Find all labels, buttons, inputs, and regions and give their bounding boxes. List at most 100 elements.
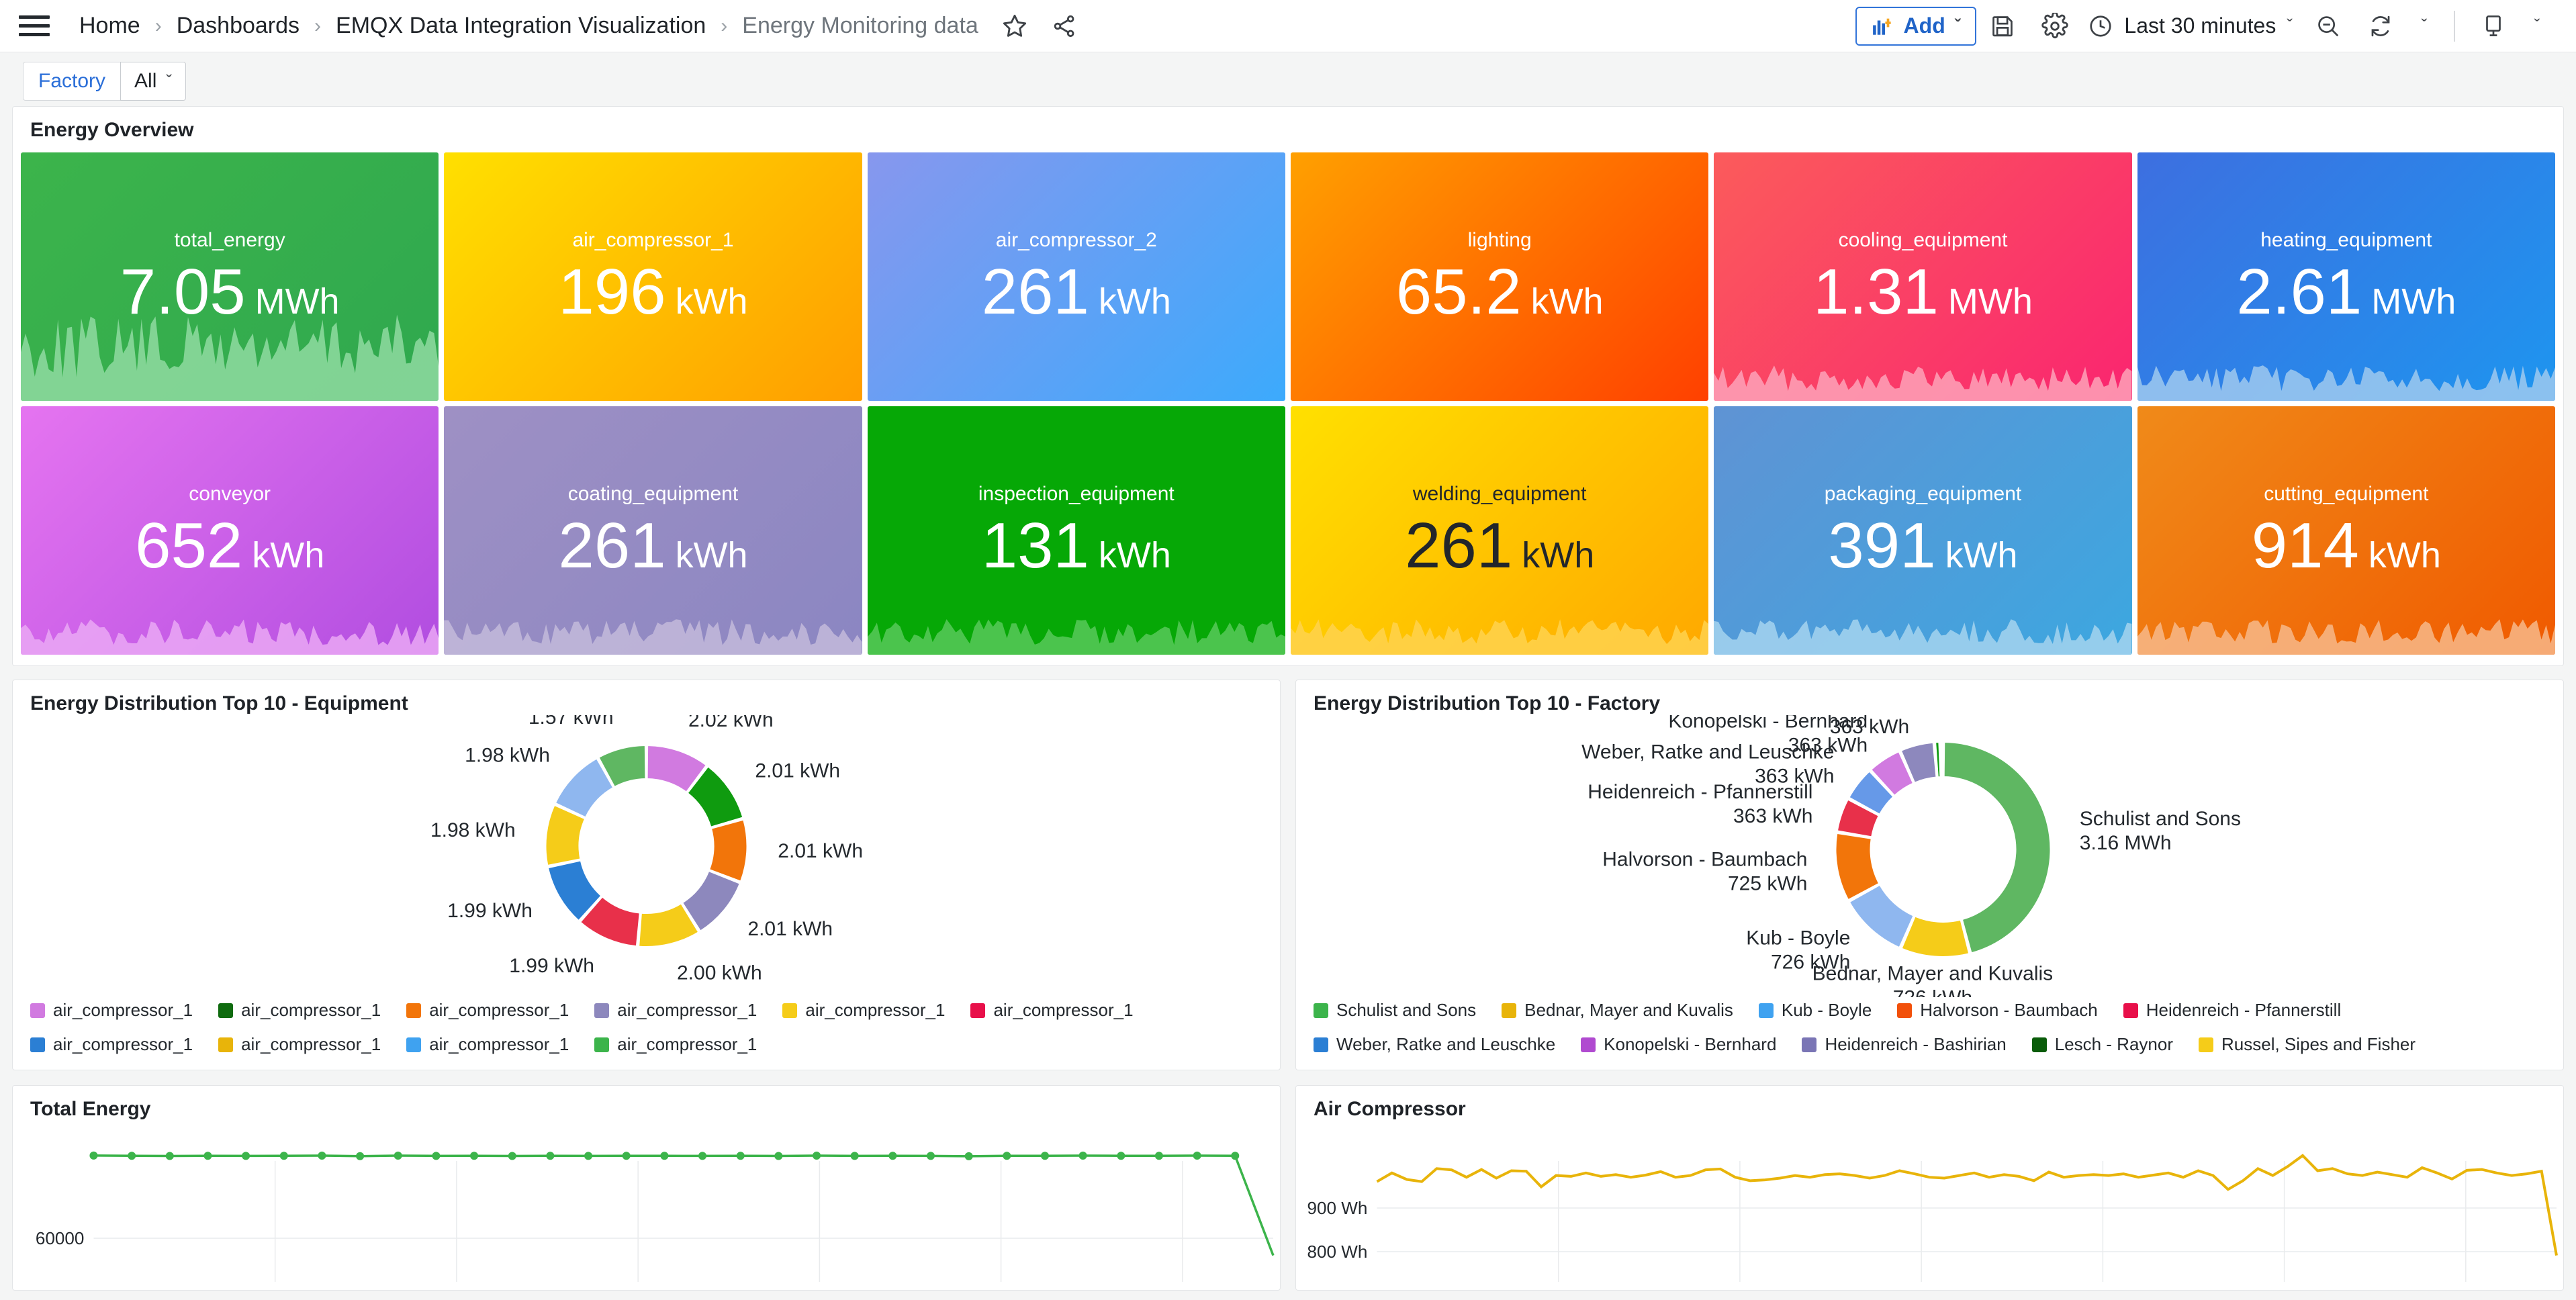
donut-slice-label: 2.02 kWh	[688, 715, 774, 731]
legend-item[interactable]: Konopelski - Bernhard	[1581, 1034, 1776, 1055]
stat-tile-name: inspection_equipment	[978, 483, 1175, 506]
breadcrumb-item-folder[interactable]: EMQX Data Integration Visualization	[336, 13, 706, 39]
zoom-out-time-button[interactable]	[2302, 7, 2354, 46]
panel-energy-distribution-factory: Energy Distribution Top 10 - Factory Sch…	[1295, 680, 2564, 1070]
stat-tile-total-energy[interactable]: total_energy7.05MWh	[21, 152, 439, 401]
donut-slice[interactable]	[1902, 917, 1970, 957]
legend-item[interactable]: Kub - Boyle	[1759, 1000, 1872, 1021]
stat-tile-heating-equipment[interactable]: heating_equipment2.61MWh	[2137, 152, 2555, 401]
series-point	[1079, 1152, 1087, 1160]
legend-item[interactable]: Heidenreich - Pfannerstill	[2123, 1000, 2341, 1021]
stat-tile-unit: kWh	[1522, 537, 1594, 573]
legend-item[interactable]: air_compressor_1	[594, 1000, 757, 1021]
legend-item[interactable]: air_compressor_1	[406, 1034, 569, 1055]
legend-item[interactable]: air_compressor_1	[594, 1034, 757, 1055]
series-point	[128, 1152, 136, 1160]
legend-item-label: air_compressor_1	[429, 1000, 569, 1021]
legend-item-label: air_compressor_1	[241, 1000, 381, 1021]
stat-tile-cooling-equipment[interactable]: cooling_equipment1.31MWh	[1714, 152, 2131, 401]
series-point	[1155, 1152, 1163, 1160]
refresh-interval-dropdown[interactable]: ˇ	[2407, 7, 2442, 46]
stat-tile-unit: MWh	[255, 283, 340, 320]
legend-item[interactable]: Halvorson - Baumbach	[1897, 1000, 2097, 1021]
donut-chart-factory[interactable]: Schulist and Sons3.16 MWhBednar, Mayer a…	[1296, 715, 2563, 997]
add-button-label: Add	[1904, 13, 1945, 38]
legend-color-swatch	[218, 1037, 233, 1052]
legend-item[interactable]: air_compressor_1	[970, 1000, 1133, 1021]
legend-item[interactable]: air_compressor_1	[218, 1000, 381, 1021]
legend-item[interactable]: air_compressor_1	[218, 1034, 381, 1055]
breadcrumb-separator: ›	[721, 15, 727, 38]
legend-item[interactable]: air_compressor_1	[30, 1000, 193, 1021]
legend-item[interactable]: Bednar, Mayer and Kuvalis	[1502, 1000, 1733, 1021]
legend-item[interactable]: Russel, Sipes and Fisher	[2199, 1034, 2416, 1055]
stat-tile-value: 7.05MWh	[120, 260, 340, 324]
legend-color-swatch	[1314, 1003, 1328, 1018]
view-mode-dropdown[interactable]: ˇ	[2520, 7, 2555, 46]
donut-slice-label: 363 kWh	[1733, 805, 1812, 827]
series-point	[737, 1152, 745, 1160]
donut-chart-equipment[interactable]: 2.02 kWh2.01 kWh2.01 kWh2.01 kWh2.00 kWh…	[13, 715, 1280, 997]
panel-total-energy: Total Energy 60000	[12, 1085, 1281, 1291]
y-axis-tick-label: 60000	[36, 1228, 85, 1248]
refresh-button[interactable]	[2354, 7, 2407, 46]
legend-item[interactable]: air_compressor_1	[406, 1000, 569, 1021]
stat-tile-lighting[interactable]: lighting65.2kWh	[1291, 152, 1708, 401]
timeseries-air-compressor[interactable]: 900 Wh800 Wh	[1296, 1121, 2563, 1282]
timeseries-total-energy[interactable]: 60000	[13, 1121, 1280, 1282]
stat-tile-name: air_compressor_2	[996, 229, 1157, 252]
legend-item[interactable]: Lesch - Raynor	[2032, 1034, 2173, 1055]
stat-tile-cutting-equipment[interactable]: cutting_equipment914kWh	[2137, 406, 2555, 655]
legend-item-label: air_compressor_1	[617, 1000, 757, 1021]
variable-select-factory[interactable]: All ˇ	[120, 62, 186, 101]
legend-color-swatch	[30, 1003, 45, 1018]
legend-color-swatch	[406, 1037, 421, 1052]
stat-tile-air-compressor-1[interactable]: air_compressor_1196kWh	[444, 152, 862, 401]
stat-tile-welding-equipment[interactable]: welding_equipment261kWh	[1291, 406, 1708, 655]
legend-item[interactable]: air_compressor_1	[30, 1034, 193, 1055]
legend-item-label: Konopelski - Bernhard	[1604, 1034, 1776, 1055]
stat-tile-coating-equipment[interactable]: coating_equipment261kWh	[444, 406, 862, 655]
stat-tile-inspection-equipment[interactable]: inspection_equipment131kWh	[868, 406, 1285, 655]
add-button[interactable]: Add ˇ	[1855, 7, 1977, 46]
legend-item[interactable]: air_compressor_1	[782, 1000, 945, 1021]
breadcrumb-item-dashboards[interactable]: Dashboards	[177, 13, 300, 39]
breadcrumb-item-home[interactable]: Home	[79, 13, 140, 39]
chevron-down-icon: ˇ	[1955, 15, 1961, 36]
y-axis-tick-label: 800 Wh	[1307, 1242, 1368, 1262]
donut-panels-row: Energy Distribution Top 10 - Equipment 2…	[12, 680, 2564, 1070]
stat-sparkline	[1291, 608, 1708, 655]
stat-tile-packaging-equipment[interactable]: packaging_equipment391kWh	[1714, 406, 2131, 655]
donut-equipment-svg: 2.02 kWh2.01 kWh2.01 kWh2.01 kWh2.00 kWh…	[13, 715, 1280, 997]
view-mode-button[interactable]	[2467, 7, 2520, 46]
legend-item[interactable]: Schulist and Sons	[1314, 1000, 1476, 1021]
stat-tile-value: 261kWh	[558, 514, 747, 578]
donut-slice-label: 1.98 kWh	[465, 745, 550, 767]
time-range-picker[interactable]: Last 30 minutes ˇ	[2081, 7, 2302, 46]
series-point	[623, 1152, 631, 1160]
share-nodes-icon[interactable]	[1051, 13, 1078, 40]
donut-slice[interactable]	[1941, 742, 1942, 777]
variable-label-factory[interactable]: Factory	[23, 62, 121, 101]
dashboard-settings-button[interactable]	[2029, 7, 2081, 46]
chevron-down-icon: ˇ	[2422, 15, 2428, 36]
save-dashboard-button[interactable]	[1976, 7, 2029, 46]
legend-item[interactable]: Heidenreich - Bashirian	[1802, 1034, 2006, 1055]
stat-tile-unit: kWh	[676, 283, 748, 320]
stat-tile-unit: MWh	[2371, 283, 2456, 320]
legend-item[interactable]: Weber, Ratke and Leuschke	[1314, 1034, 1555, 1055]
stat-tile-name: heating_equipment	[2260, 229, 2432, 252]
legend-color-swatch	[1897, 1003, 1912, 1018]
stat-tile-conveyor[interactable]: conveyor652kWh	[21, 406, 439, 655]
stat-tile-air-compressor-2[interactable]: air_compressor_2261kWh	[868, 152, 1285, 401]
series-point	[698, 1152, 706, 1160]
stat-sparkline	[868, 608, 1285, 655]
stat-tile-unit: kWh	[1099, 283, 1171, 320]
stat-tile-number: 65.2	[1396, 260, 1522, 324]
stat-tile-value: 196kWh	[558, 260, 747, 324]
star-outline-icon[interactable]	[1001, 13, 1028, 40]
stat-tile-value: 65.2kWh	[1396, 260, 1604, 324]
donut-slice[interactable]	[709, 820, 747, 882]
hamburger-menu-icon[interactable]	[19, 13, 50, 40]
stat-tile-name: packaging_equipment	[1825, 483, 2022, 506]
